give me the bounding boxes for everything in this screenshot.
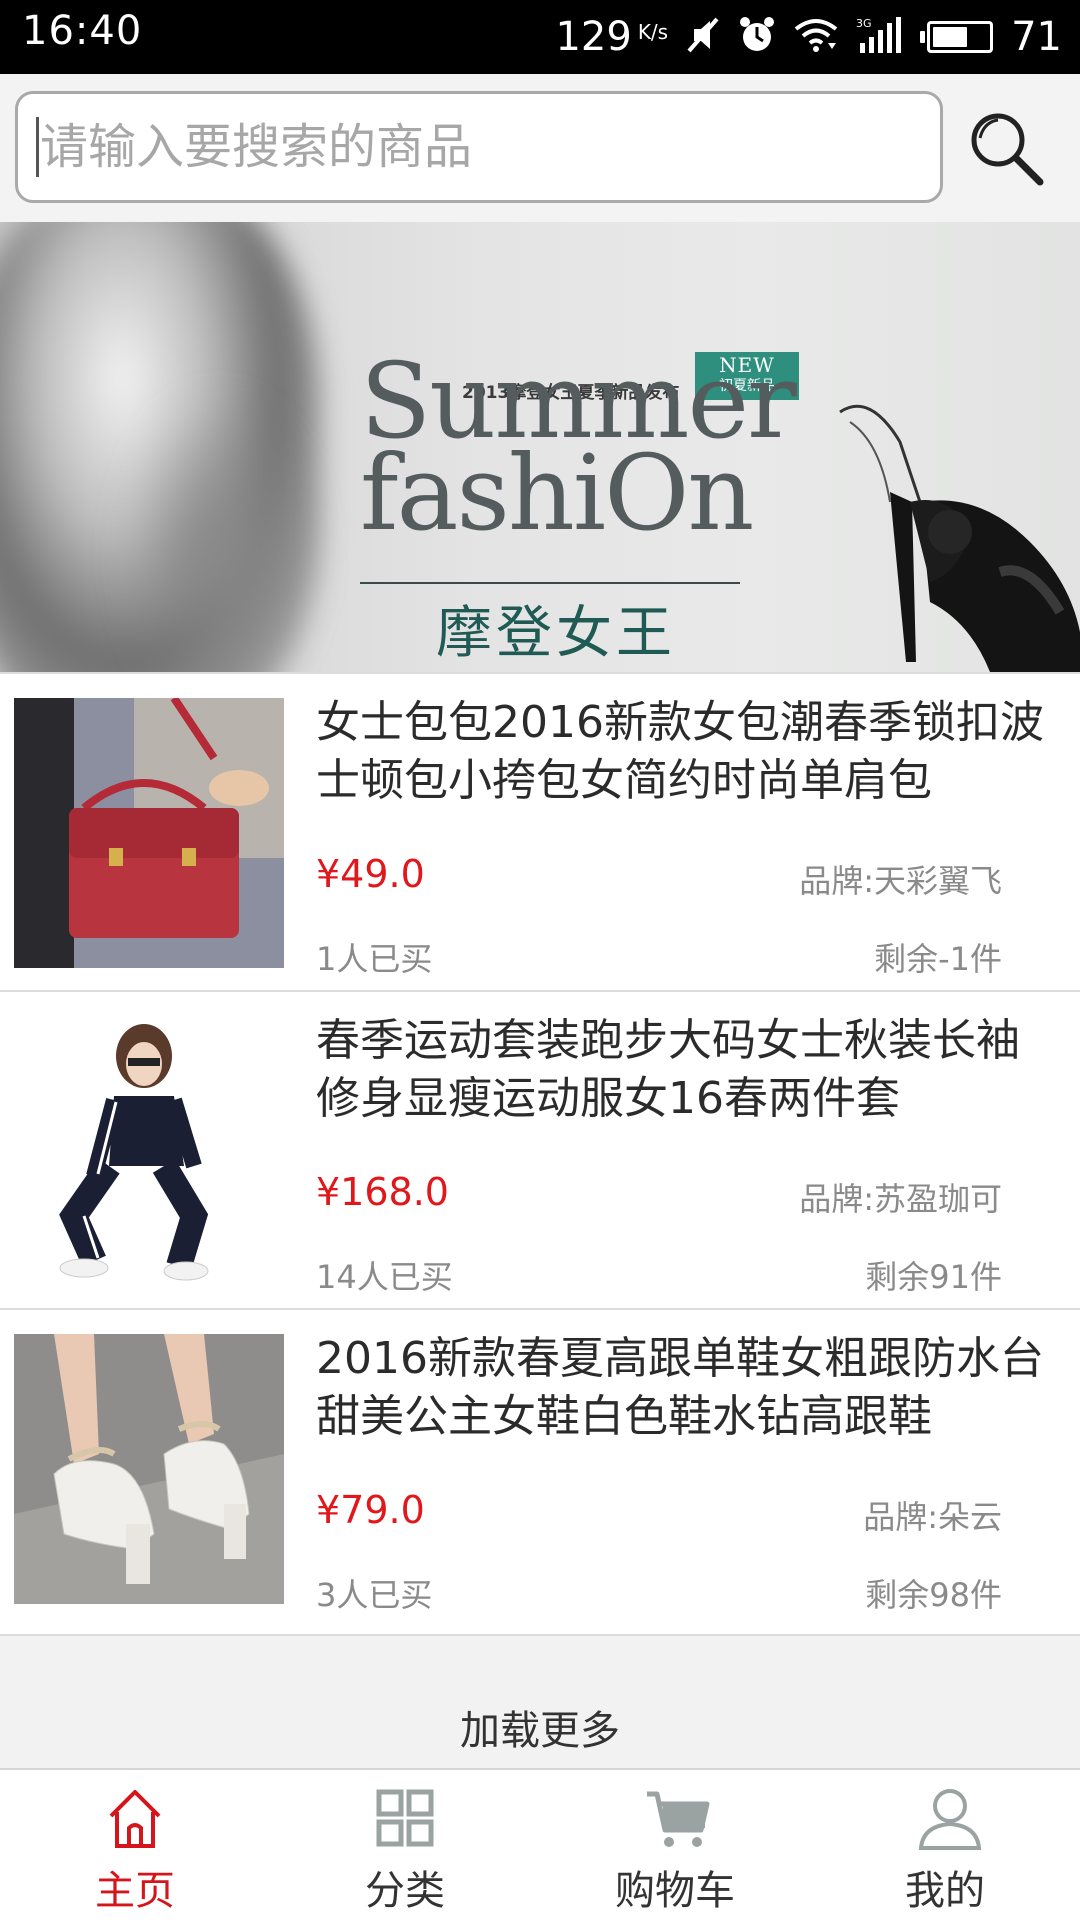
- status-bar: 16:40 129 K/s 3G 71: [0, 0, 1080, 74]
- nav-cart-label: 购物车: [615, 1868, 735, 1914]
- battery-level: 71: [1011, 14, 1062, 60]
- network-speed-unit: K/s: [637, 20, 669, 44]
- mute-icon: [686, 15, 720, 59]
- product-title: 2016新款春夏高跟单鞋女粗跟防水台甜美公主女鞋白色鞋水钻高跟鞋: [316, 1333, 1044, 1442]
- product-stock: 剩余-1件: [874, 940, 1002, 978]
- home-icon: [109, 1790, 161, 1848]
- banner-chinese-title: 摩登女王: [436, 601, 676, 666]
- svg-text:3G: 3G: [856, 17, 872, 30]
- product-item[interactable]: 女士包包2016新款女包潮春季锁扣波士顿包小挎包女简约时尚单肩包 ¥49.0 品…: [0, 672, 1080, 990]
- nav-category-label: 分类: [365, 1868, 445, 1914]
- product-list: 女士包包2016新款女包潮春季锁扣波士顿包小挎包女简约时尚单肩包 ¥49.0 品…: [0, 672, 1080, 1626]
- product-sold-count: 3人已买: [316, 1576, 433, 1614]
- search-icon: [971, 113, 1044, 186]
- search-bar: [0, 74, 1080, 222]
- high-heel-shoe-image: [839, 404, 1080, 672]
- wifi-icon: [794, 15, 838, 59]
- product-sold-count: 1人已买: [316, 940, 433, 978]
- product-price: ¥79.0: [316, 1488, 425, 1532]
- product-brand: 品牌:天彩翼飞: [799, 862, 1002, 900]
- product-image-handbag: [14, 698, 284, 968]
- search-input[interactable]: [15, 91, 943, 203]
- load-more-button[interactable]: 加载更多: [0, 1634, 1080, 1770]
- nav-cart[interactable]: 购物车: [540, 1770, 810, 1922]
- status-icons: 129 K/s 3G 71: [555, 8, 1062, 66]
- status-time: 16:40: [22, 8, 143, 54]
- nav-profile-label: 我的: [905, 1868, 985, 1914]
- product-price: ¥49.0: [316, 852, 425, 896]
- product-image-heels: [14, 1334, 284, 1604]
- battery-icon: [920, 21, 994, 53]
- product-item[interactable]: 春季运动套装跑步大码女士秋装长袖修身显瘦运动服女16春两件套 ¥168.0 品牌…: [0, 990, 1080, 1308]
- product-stock: 剩余91件: [865, 1258, 1002, 1296]
- alarm-icon: [738, 15, 776, 59]
- load-more-label: 加载更多: [460, 1708, 620, 1754]
- product-stock: 剩余98件: [865, 1576, 1002, 1614]
- bottom-nav: 主页 分类 购物车 我的: [0, 1768, 1080, 1920]
- search-button[interactable]: [962, 104, 1052, 194]
- nav-category[interactable]: 分类: [270, 1770, 540, 1922]
- promo-banner[interactable]: 2013摩登女王夏季新品发布 NEW 初夏新品 Summer fashiOn 摩…: [0, 222, 1080, 672]
- product-title: 春季运动套装跑步大码女士秋装长袖修身显瘦运动服女16春两件套: [316, 1015, 1020, 1124]
- network-speed: 129 K/s: [555, 14, 668, 60]
- banner-model-shadow: [120, 392, 320, 672]
- nav-home-label: 主页: [95, 1868, 175, 1914]
- nav-profile[interactable]: 我的: [810, 1770, 1080, 1922]
- banner-headline-2: fashiOn: [360, 432, 754, 554]
- grid-icon: [376, 1789, 434, 1847]
- text-cursor: [36, 117, 39, 177]
- product-price: ¥168.0: [316, 1170, 449, 1214]
- nav-home[interactable]: 主页: [0, 1770, 270, 1922]
- cart-icon: [647, 1791, 710, 1847]
- product-sold-count: 14人已买: [316, 1258, 453, 1296]
- product-brand: 品牌:朵云: [863, 1498, 1002, 1536]
- signal-icon: 3G: [856, 15, 902, 59]
- user-icon: [918, 1789, 982, 1850]
- product-item[interactable]: 2016新款春夏高跟单鞋女粗跟防水台甜美公主女鞋白色鞋水钻高跟鞋 ¥79.0 品…: [0, 1308, 1080, 1626]
- banner-divider: [360, 582, 740, 584]
- product-title: 女士包包2016新款女包潮春季锁扣波士顿包小挎包女简约时尚单肩包: [316, 697, 1044, 806]
- product-image-tracksuit: [14, 1016, 284, 1286]
- product-brand: 品牌:苏盈珈可: [799, 1180, 1002, 1218]
- network-speed-value: 129: [555, 14, 632, 60]
